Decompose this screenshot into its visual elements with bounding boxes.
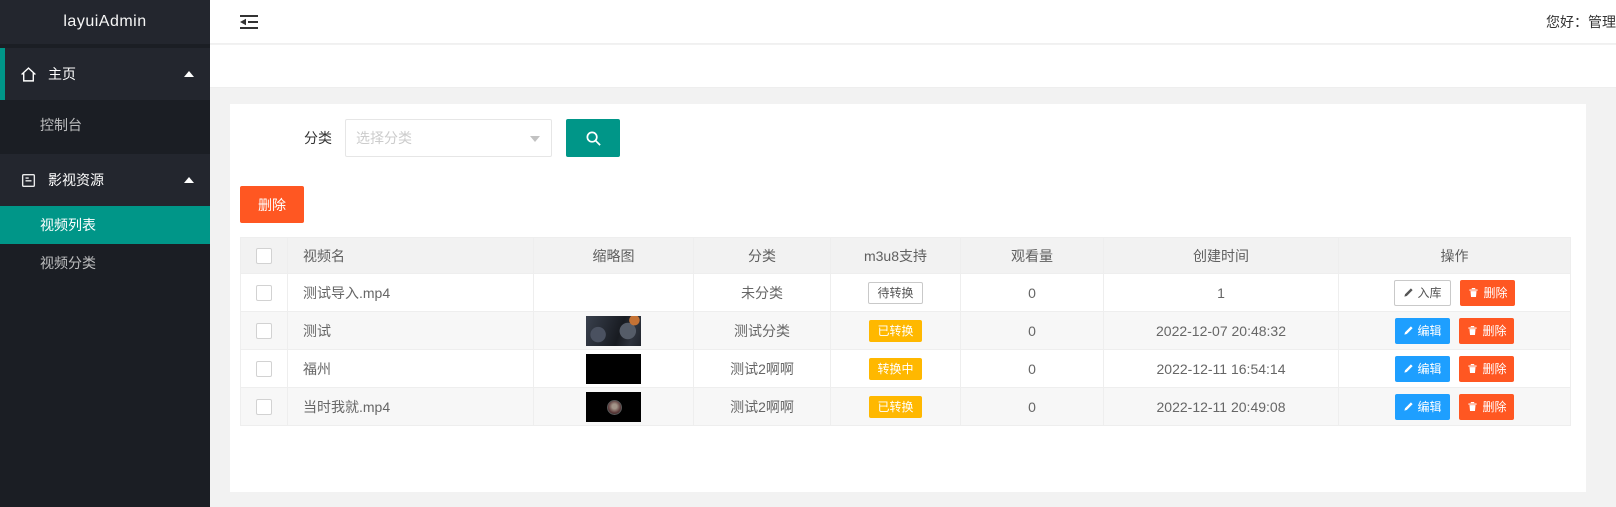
sidebar-item-media[interactable]: 影视资源 [0,154,210,206]
category-cell: 未分类 [694,274,831,312]
col-header-thumbnail: 缩略图 [534,238,694,274]
category-cell: 测试分类 [694,312,831,350]
user-greeting[interactable]: 您好：管理 [1546,0,1616,44]
category-select[interactable] [345,119,552,157]
edit-button[interactable]: 编辑 [1395,318,1450,344]
trash-icon [1467,325,1478,336]
col-header-created: 创建时间 [1104,238,1339,274]
active-accent-bar [0,48,5,100]
sidebar-item-console[interactable]: 控制台 [0,100,210,150]
table-row: 当时我就.mp4 测试2啊啊 已转换 0 2022-12-11 20:49:08… [241,388,1571,426]
created-cell: 2022-12-11 20:49:08 [1104,388,1339,426]
filter-label: 分类 [230,128,332,148]
sidebar-item-label: 主页 [48,64,176,84]
thumbnail-image [586,354,641,384]
edit-icon [1403,363,1414,374]
views-cell: 0 [961,350,1104,388]
video-name: 测试导入.mp4 [288,274,534,312]
media-icon [20,172,37,189]
status-badge: 待转换 [868,282,922,304]
thumbnail-image [586,316,641,346]
col-header-views: 观看量 [961,238,1104,274]
status-badge: 转换中 [869,358,921,380]
import-button[interactable]: 入库 [1394,280,1451,306]
delete-button[interactable]: 删除 [1460,280,1515,306]
edit-button[interactable]: 编辑 [1395,394,1450,420]
col-header-actions: 操作 [1339,238,1571,274]
thumbnail-cell [534,274,694,312]
edit-icon [1403,287,1414,298]
filter-form: 分类 [230,104,1586,157]
top-header-bar: 您好：管理 [210,0,1616,44]
trash-icon [1468,287,1479,298]
delete-button[interactable]: 删除 [1459,356,1514,382]
content-card: 分类 删除 视频名 缩略图 分类 m3u8支持 观看量 创建时间 操作 [230,104,1586,492]
sidebar-item-label: 影视资源 [48,170,176,190]
edit-icon [1403,401,1414,412]
table-header-row: 视频名 缩略图 分类 m3u8支持 观看量 创建时间 操作 [241,238,1571,274]
sidebar-item-video-list[interactable]: 视频列表 [0,206,210,244]
sidebar-item-video-category[interactable]: 视频分类 [0,244,210,282]
video-name: 当时我就.mp4 [288,388,534,426]
created-cell: 1 [1104,274,1339,312]
video-table: 视频名 缩略图 分类 m3u8支持 观看量 创建时间 操作 测试导入.mp4 未… [240,237,1571,426]
table-row: 福州 测试2啊啊 转换中 0 2022-12-11 16:54:14 编辑 删除 [241,350,1571,388]
edit-icon [1403,325,1414,336]
sidebar: layuiAdmin 主页 控制台 影视资源 视频列表 视频分类 [0,0,210,507]
thumbnail-image [586,392,641,422]
category-cell: 测试2啊啊 [694,388,831,426]
video-name: 福州 [288,350,534,388]
tab-strip [210,45,1616,88]
home-icon [20,66,37,83]
trash-icon [1467,363,1478,374]
bulk-delete-button[interactable]: 删除 [240,186,304,223]
select-all-cell [241,238,288,274]
chevron-up-icon [184,177,194,183]
video-name: 测试 [288,312,534,350]
row-checkbox[interactable] [256,323,272,339]
sidebar-item-home[interactable]: 主页 [0,48,210,100]
views-cell: 0 [961,312,1104,350]
select-all-checkbox[interactable] [256,248,272,264]
col-header-m3u8: m3u8支持 [831,238,961,274]
views-cell: 0 [961,274,1104,312]
edit-button[interactable]: 编辑 [1395,356,1450,382]
row-checkbox[interactable] [256,399,272,415]
created-cell: 2022-12-11 16:54:14 [1104,350,1339,388]
row-checkbox[interactable] [256,285,272,301]
trash-icon [1467,401,1478,412]
table-row: 测试导入.mp4 未分类 待转换 0 1 入库 删除 [241,274,1571,312]
status-badge: 已转换 [869,396,921,418]
app-logo[interactable]: layuiAdmin [0,0,210,44]
row-checkbox[interactable] [256,361,272,377]
table-row: 测试 测试分类 已转换 0 2022-12-07 20:48:32 编辑 删除 [241,312,1571,350]
col-header-name: 视频名 [288,238,534,274]
chevron-up-icon [184,71,194,77]
menu-collapse-icon[interactable] [240,14,258,30]
category-cell: 测试2啊啊 [694,350,831,388]
status-badge: 已转换 [869,320,921,342]
category-select-input[interactable] [346,120,551,156]
views-cell: 0 [961,388,1104,426]
delete-button[interactable]: 删除 [1459,318,1514,344]
search-button[interactable] [566,119,620,157]
created-cell: 2022-12-07 20:48:32 [1104,312,1339,350]
search-icon [585,130,602,147]
col-header-category: 分类 [694,238,831,274]
delete-button[interactable]: 删除 [1459,394,1514,420]
chevron-down-icon [530,136,540,142]
